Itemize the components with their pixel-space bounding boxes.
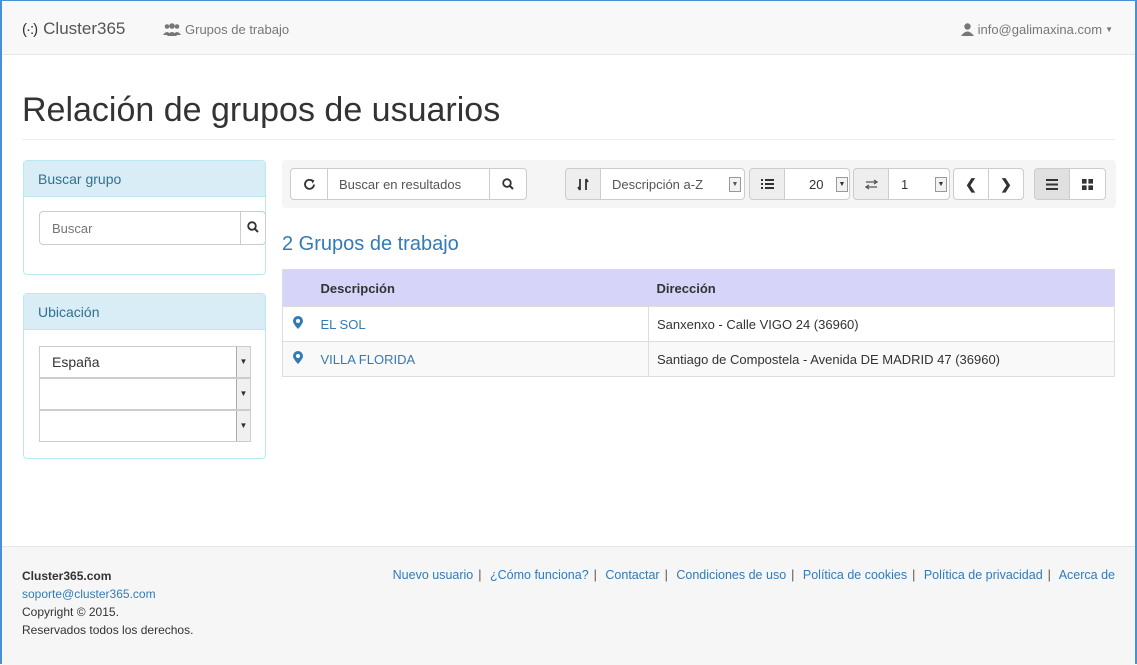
- footer-link-nuevo-usuario[interactable]: Nuevo usuario: [393, 568, 474, 582]
- user-menu[interactable]: info@galimaxina.com ▼: [960, 22, 1113, 37]
- search-group-panel: Buscar grupo: [23, 160, 266, 275]
- group-address: Sanxenxo - Calle VIGO 24 (36960): [648, 306, 1115, 342]
- sort-order-icon: [565, 168, 601, 200]
- user-icon: [960, 23, 974, 36]
- footer-link-privacidad[interactable]: Política de privacidad: [924, 568, 1043, 582]
- group-address: Santiago de Compostela - Avenida DE MADR…: [648, 341, 1115, 377]
- footer-link-contactar[interactable]: Contactar: [605, 568, 659, 582]
- dropdown-arrow-icon: ▼: [236, 411, 250, 441]
- results-count: 2 Grupos de trabajo: [282, 233, 459, 255]
- grid-view-button[interactable]: [1069, 168, 1106, 200]
- page-size-value: 20: [809, 176, 824, 192]
- support-email-link[interactable]: soporte@cluster365.com: [22, 587, 156, 601]
- table-header-row: Descripción Dirección: [282, 269, 1115, 307]
- page-select[interactable]: 1 ▼: [888, 168, 950, 200]
- sort-select[interactable]: Descripción a-Z ▼: [600, 168, 745, 200]
- column-header-address: Dirección: [648, 269, 1115, 307]
- page-title: Relación de grupos de usuarios: [22, 91, 501, 129]
- footer-rights: Reservados todos los derechos.: [22, 623, 194, 637]
- grid-view-icon: [1082, 178, 1093, 190]
- country-value: España: [52, 354, 100, 370]
- location-panel-heading: Ubicación: [24, 294, 265, 330]
- page-size-select[interactable]: 20 ▼: [784, 168, 850, 200]
- footer-link-cookies[interactable]: Política de cookies: [803, 568, 907, 582]
- search-icon: [247, 220, 259, 233]
- next-page-button[interactable]: ❯: [988, 168, 1024, 200]
- chevron-left-icon: ❮: [965, 175, 977, 192]
- table-row: EL SOL Sanxenxo - Calle VIGO 24 (36960): [282, 306, 1115, 342]
- list-view-icon: [1046, 178, 1058, 190]
- dropdown-arrow-icon: ▼: [236, 379, 250, 409]
- dropdown-arrow-icon: ▼: [236, 347, 250, 377]
- search-icon: [502, 178, 514, 190]
- footer: Cluster365.com soporte@cluster365.com Co…: [2, 546, 1135, 665]
- footer-copyright: Copyright © 2015.: [22, 605, 119, 619]
- navbar: (·:) Cluster365 Grupos de trabajo info@g…: [2, 1, 1135, 55]
- location-panel: Ubicación España ▼ ▼ ▼: [23, 293, 266, 459]
- nav-link-label: Grupos de trabajo: [185, 22, 290, 37]
- users-icon: [163, 23, 181, 36]
- footer-link-acerca[interactable]: Acerca de: [1059, 568, 1115, 582]
- footer-link-condiciones[interactable]: Condiciones de uso: [676, 568, 786, 582]
- group-search-input[interactable]: [39, 211, 241, 245]
- dropdown-arrow-icon: ▼: [935, 177, 947, 192]
- refresh-button[interactable]: [290, 168, 328, 200]
- search-panel-heading: Buscar grupo: [24, 161, 265, 197]
- group-search: [39, 211, 266, 245]
- region-select[interactable]: ▼: [39, 378, 251, 410]
- group-name-link[interactable]: EL SOL: [321, 317, 366, 332]
- dropdown-arrow-icon: ▼: [729, 177, 741, 192]
- list-view-button[interactable]: [1034, 168, 1070, 200]
- map-marker-icon[interactable]: [282, 306, 313, 342]
- results-search-button[interactable]: [489, 168, 527, 200]
- user-email: info@galimaxina.com: [977, 22, 1103, 37]
- column-header-description: Descripción: [312, 269, 649, 307]
- results-search-input[interactable]: Buscar en resultados: [327, 168, 490, 200]
- dropdown-arrow-icon: ▼: [836, 177, 848, 192]
- group-search-button[interactable]: [241, 211, 266, 245]
- list-size-icon: [749, 168, 785, 200]
- brand-name: Cluster365: [43, 19, 126, 38]
- map-marker-icon[interactable]: [282, 341, 313, 377]
- nav-grupos-de-trabajo[interactable]: Grupos de trabajo: [163, 22, 289, 37]
- sort-value: Descripción a-Z: [612, 176, 704, 192]
- title-divider: [22, 139, 1115, 140]
- prev-page-button[interactable]: ❮: [953, 168, 989, 200]
- footer-info: Cluster365.com soporte@cluster365.com Co…: [22, 567, 193, 639]
- results-search-placeholder: Buscar en resultados: [339, 176, 462, 192]
- city-select[interactable]: ▼: [39, 410, 251, 442]
- brand-link[interactable]: (·:) Cluster365: [22, 19, 125, 39]
- cluster-logo-icon: (·:): [22, 20, 38, 38]
- table-row: VILLA FLORIDA Santiago de Compostela - A…: [282, 341, 1115, 377]
- footer-links: Nuevo usuario | ¿Cómo funciona? | Contacta…: [392, 568, 1115, 582]
- page-value: 1: [901, 176, 909, 192]
- chevron-right-icon: ❯: [1000, 175, 1012, 192]
- groups-table: Descripción Dirección EL SOL Sanxenxo - …: [282, 269, 1115, 377]
- group-name-link[interactable]: VILLA FLORIDA: [321, 352, 416, 367]
- pin-column-header: [282, 269, 313, 307]
- caret-down-icon: ▼: [1105, 25, 1113, 34]
- country-select[interactable]: España ▼: [39, 346, 251, 378]
- page-jump-icon: [853, 168, 889, 200]
- results-toolbar: Buscar en resultados Descripción a-Z ▼ 2…: [282, 160, 1116, 208]
- footer-link-como-funciona[interactable]: ¿Cómo funciona?: [490, 568, 589, 582]
- refresh-icon: [303, 178, 315, 190]
- footer-brand: Cluster365.com: [22, 569, 112, 583]
